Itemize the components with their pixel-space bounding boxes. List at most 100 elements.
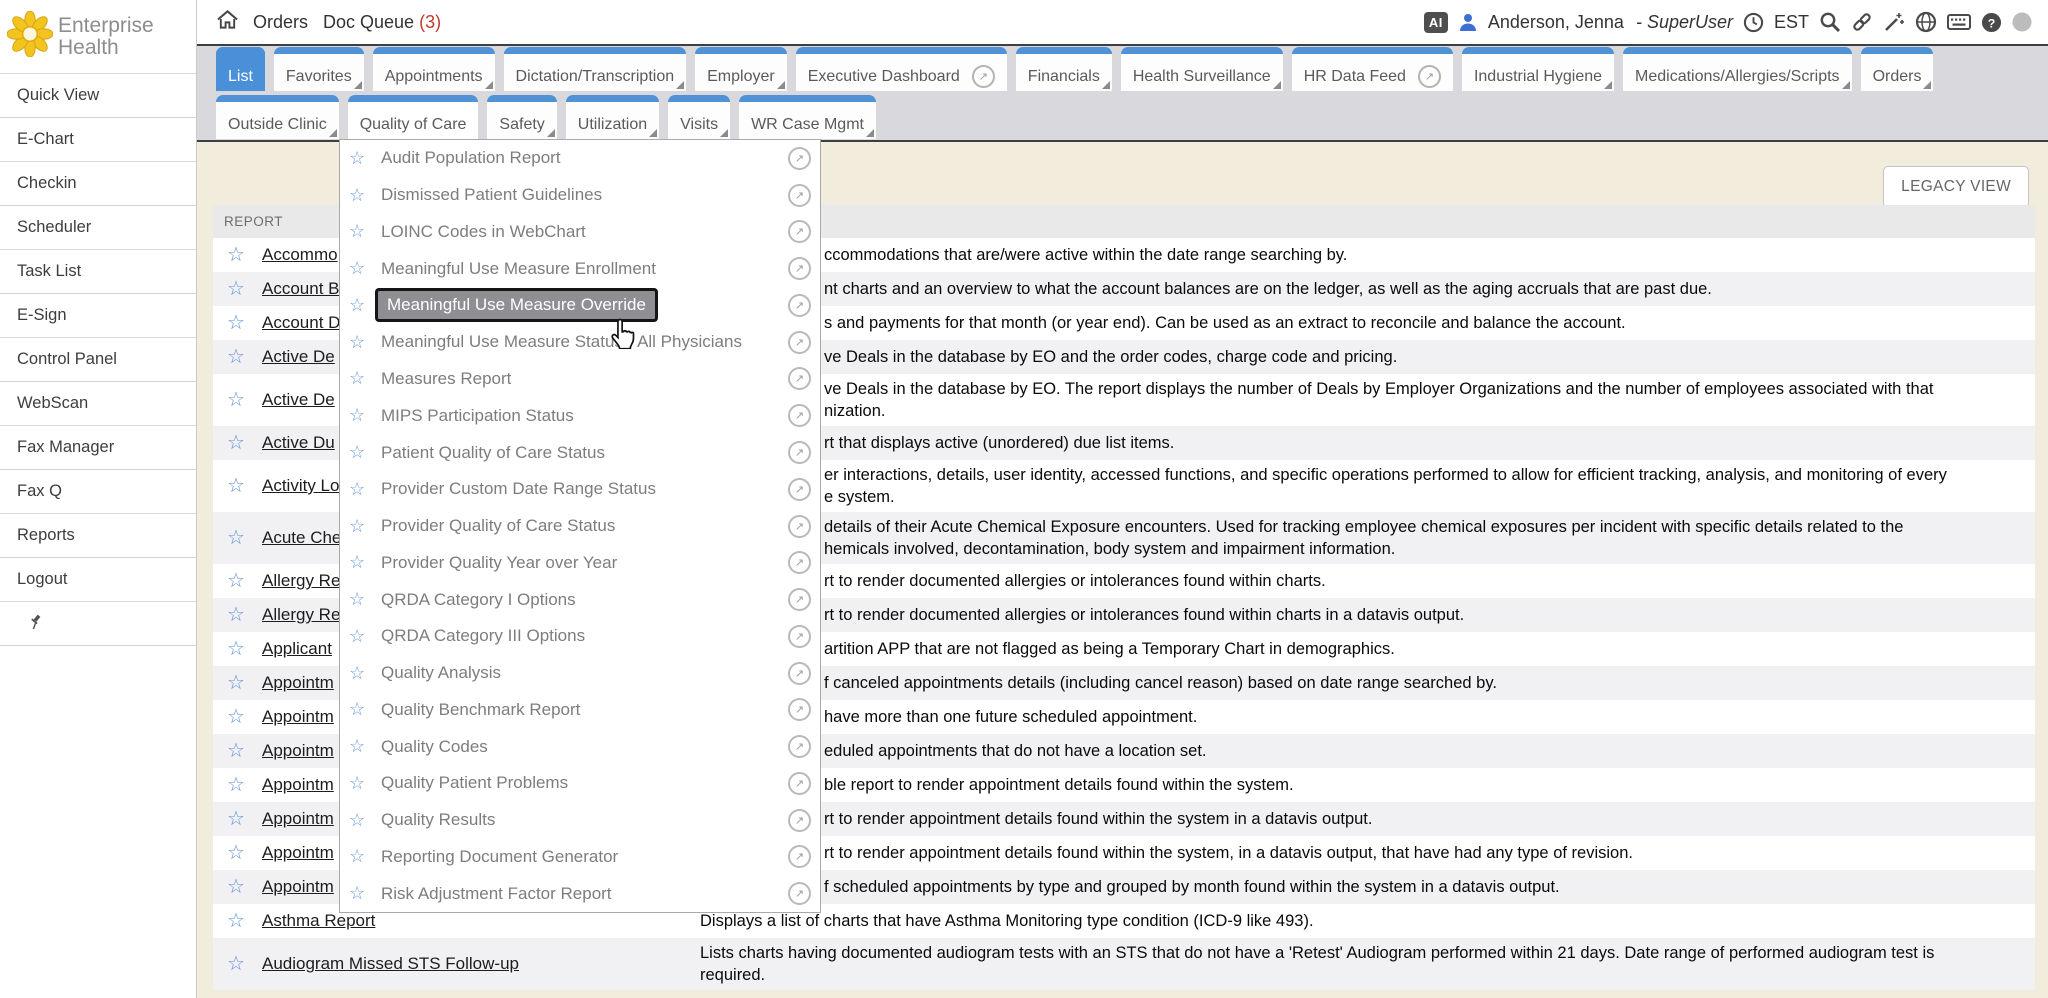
favorite-star-icon[interactable]: ☆: [213, 347, 262, 367]
menu-item-quality-results[interactable]: ☆Quality Results↗: [340, 802, 820, 839]
tab-appointments[interactable]: Appointments: [373, 47, 495, 91]
favorite-star-icon[interactable]: ☆: [213, 390, 262, 410]
report-link-allergy-re[interactable]: Allergy Re: [262, 571, 340, 590]
clock-icon[interactable]: [1743, 12, 1764, 33]
favorite-star-icon[interactable]: ☆: [349, 185, 373, 206]
menu-item-meaningful-use-measure-override[interactable]: ☆Meaningful Use Measure Override↗: [340, 287, 820, 324]
favorite-star-icon[interactable]: ☆: [213, 741, 262, 761]
report-link-appointm[interactable]: Appointm: [262, 843, 334, 862]
open-new-window-icon[interactable]: ↗: [788, 294, 811, 317]
ai-badge[interactable]: AI: [1424, 12, 1448, 33]
open-new-window-icon[interactable]: ↗: [788, 147, 811, 170]
favorite-star-icon[interactable]: ☆: [213, 673, 262, 693]
favorite-star-icon[interactable]: ☆: [349, 295, 373, 316]
favorite-star-icon[interactable]: ☆: [213, 528, 262, 548]
favorite-star-icon[interactable]: ☆: [349, 405, 373, 426]
search-icon[interactable]: [1819, 11, 1841, 33]
tab-medications-allergies-scripts[interactable]: Medications/Allergies/Scripts: [1623, 47, 1852, 91]
help-icon[interactable]: ?: [1981, 12, 2002, 33]
favorite-star-icon[interactable]: ☆: [213, 877, 262, 897]
tab-health-surveillance[interactable]: Health Surveillance: [1121, 47, 1283, 91]
tab-safety[interactable]: Safety: [487, 95, 556, 139]
favorite-star-icon[interactable]: ☆: [349, 736, 373, 757]
favorite-star-icon[interactable]: ☆: [213, 433, 262, 453]
favorite-star-icon[interactable]: ☆: [349, 883, 373, 904]
menu-item-loinc-codes-in-webchart[interactable]: ☆LOINC Codes in WebChart↗: [340, 214, 820, 251]
favorite-star-icon[interactable]: ☆: [213, 639, 262, 659]
report-link-appointm[interactable]: Appointm: [262, 877, 334, 896]
menu-item-quality-analysis[interactable]: ☆Quality Analysis↗: [340, 655, 820, 692]
open-new-window-icon[interactable]: ↗: [788, 625, 811, 648]
favorite-star-icon[interactable]: ☆: [213, 245, 262, 265]
open-new-window-icon[interactable]: ↗: [788, 882, 811, 905]
menu-item-mips-participation-status[interactable]: ☆MIPS Participation Status↗: [340, 397, 820, 434]
sidebar-item-quick-view[interactable]: Quick View: [0, 73, 196, 117]
report-link-acute-che[interactable]: Acute Che: [262, 528, 341, 547]
tab-visits[interactable]: Visits: [668, 95, 730, 139]
sidebar-item-reports[interactable]: Reports: [0, 513, 196, 557]
report-link-activity-lo[interactable]: Activity Lo: [262, 476, 339, 495]
menu-item-measures-report[interactable]: ☆Measures Report↗: [340, 361, 820, 398]
sidebar-item-scheduler[interactable]: Scheduler: [0, 205, 196, 249]
sidebar-item-fax-q[interactable]: Fax Q: [0, 469, 196, 513]
favorite-star-icon[interactable]: ☆: [349, 810, 373, 831]
sidebar-item-webscan[interactable]: WebScan: [0, 381, 196, 425]
tab-dictation-transcription[interactable]: Dictation/Transcription: [504, 47, 687, 91]
open-new-window-icon[interactable]: ↗: [788, 551, 811, 574]
open-new-window-icon[interactable]: ↗: [788, 478, 811, 501]
favorite-star-icon[interactable]: ☆: [349, 258, 373, 279]
open-new-window-icon[interactable]: ↗: [788, 441, 811, 464]
tab-outside-clinic[interactable]: Outside Clinic: [216, 95, 339, 139]
report-link-allergy-re[interactable]: Allergy Re: [262, 605, 340, 624]
menu-item-qrda-category-iii-options[interactable]: ☆QRDA Category III Options↗: [340, 618, 820, 655]
menu-item-provider-quality-year-over-year[interactable]: ☆Provider Quality Year over Year↗: [340, 544, 820, 581]
favorite-star-icon[interactable]: ☆: [349, 442, 373, 463]
favorite-star-icon[interactable]: ☆: [349, 148, 373, 169]
report-link-appointm[interactable]: Appointm: [262, 809, 334, 828]
user-icon[interactable]: [1458, 12, 1478, 32]
favorite-star-icon[interactable]: ☆: [213, 707, 262, 727]
report-link-account-d[interactable]: Account D: [262, 313, 340, 332]
report-link-appointm[interactable]: Appointm: [262, 741, 334, 760]
menu-item-dismissed-patient-guidelines[interactable]: ☆Dismissed Patient Guidelines↗: [340, 177, 820, 214]
open-new-window-icon[interactable]: ↗: [788, 662, 811, 685]
menu-item-meaningful-use-measure-status-all-physicians[interactable]: ☆Meaningful Use Measure Status - All Phy…: [340, 324, 820, 361]
report-link-active-du[interactable]: Active Du: [262, 433, 335, 452]
orders-link[interactable]: Orders: [253, 12, 308, 33]
report-link-asthma-report[interactable]: Asthma Report: [262, 911, 375, 930]
menu-item-quality-benchmark-report[interactable]: ☆Quality Benchmark Report↗: [340, 691, 820, 728]
open-new-window-icon[interactable]: ↗: [788, 735, 811, 758]
report-link-active-de[interactable]: Active De: [262, 390, 335, 409]
sidebar-item-e-sign[interactable]: E-Sign: [0, 293, 196, 337]
tab-employer[interactable]: Employer: [695, 47, 787, 91]
favorite-star-icon[interactable]: ☆: [213, 476, 262, 496]
open-new-window-icon[interactable]: ↗: [788, 515, 811, 538]
favorite-star-icon[interactable]: ☆: [213, 571, 262, 591]
favorite-star-icon[interactable]: ☆: [349, 221, 373, 242]
favorite-star-icon[interactable]: ☆: [213, 911, 262, 931]
tab-utilization[interactable]: Utilization: [566, 95, 659, 139]
report-link-audiogram-missed-sts-follow-up[interactable]: Audiogram Missed STS Follow-up: [262, 954, 519, 973]
sidebar-item-fax-manager[interactable]: Fax Manager: [0, 425, 196, 469]
tab-wr-case-mgmt[interactable]: WR Case Mgmt: [739, 95, 876, 139]
home-icon[interactable]: [217, 10, 238, 34]
sidebar-item-e-chart[interactable]: E-Chart: [0, 117, 196, 161]
open-new-window-icon[interactable]: ↗: [788, 698, 811, 721]
favorite-star-icon[interactable]: ☆: [349, 552, 373, 573]
favorite-star-icon[interactable]: ☆: [349, 332, 373, 353]
sidebar-item-task-list[interactable]: Task List: [0, 249, 196, 293]
menu-item-risk-adjustment-factor-report[interactable]: ☆Risk Adjustment Factor Report↗: [340, 875, 820, 912]
report-link-accommo[interactable]: Accommo: [262, 245, 338, 264]
menu-item-quality-codes[interactable]: ☆Quality Codes↗: [340, 728, 820, 765]
tab-executive-dashboard[interactable]: Executive Dashboard↗: [796, 47, 1007, 91]
menu-item-reporting-document-generator[interactable]: ☆Reporting Document Generator↗: [340, 839, 820, 876]
favorite-star-icon[interactable]: ☆: [213, 809, 262, 829]
user-name[interactable]: Anderson, Jenna: [1488, 12, 1624, 33]
menu-item-provider-custom-date-range-status[interactable]: ☆Provider Custom Date Range Status↗: [340, 471, 820, 508]
report-link-appointm[interactable]: Appointm: [262, 775, 334, 794]
menu-item-provider-quality-of-care-status[interactable]: ☆Provider Quality of Care Status↗: [340, 508, 820, 545]
globe-icon[interactable]: [1915, 11, 1937, 33]
sidebar-item-checkin[interactable]: Checkin: [0, 161, 196, 205]
sidebar-item-logout[interactable]: Logout: [0, 557, 196, 601]
open-new-window-icon[interactable]: ↗: [788, 331, 811, 354]
